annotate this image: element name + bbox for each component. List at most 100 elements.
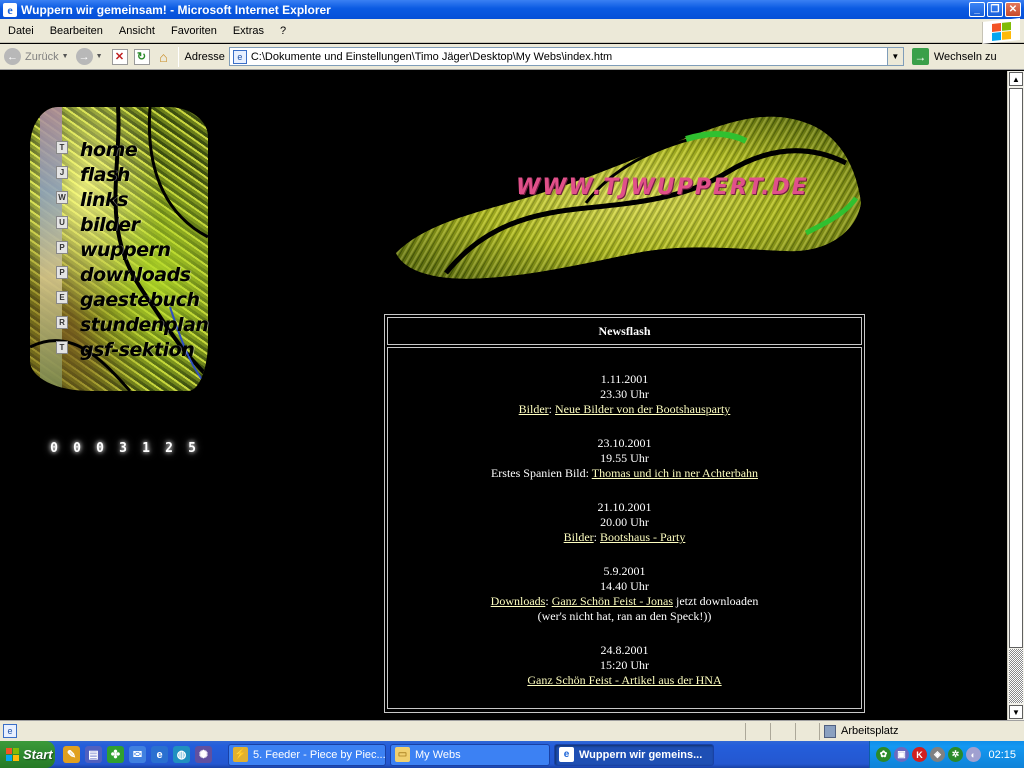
news-link[interactable]: Bootshaus - Party xyxy=(600,530,685,544)
visitor-counter: 0 0 0 3 1 2 5 xyxy=(48,441,198,457)
windows-flag-icon xyxy=(6,748,19,761)
scroll-thumb[interactable] xyxy=(1009,88,1023,648)
side-letter: P xyxy=(56,241,68,254)
outlook-icon[interactable]: ✉ xyxy=(129,746,146,763)
folder-icon: ▭ xyxy=(395,747,410,762)
close-button[interactable]: ✕ xyxy=(1005,2,1021,17)
antivirus-icon[interactable]: K xyxy=(912,747,927,762)
news-entry: 21.10.2001 20.00 Uhr Bilder: Bootshaus -… xyxy=(388,500,861,545)
address-dropdown-icon[interactable]: ▼ xyxy=(886,48,903,65)
newsflash-body: 1.11.2001 23.30 Uhr Bilder: Neue Bilder … xyxy=(387,347,862,709)
stop-icon[interactable]: ✕ xyxy=(111,48,128,65)
scroll-up-icon[interactable]: ▲ xyxy=(1009,72,1023,86)
clover-icon[interactable]: ✤ xyxy=(107,746,124,763)
menu-favoriten[interactable]: Favoriten xyxy=(163,25,225,37)
menu-extras[interactable]: Extras xyxy=(225,25,272,37)
nav-link-flash[interactable]: flash xyxy=(80,163,208,188)
taskbar: Start ✎ ▤ ✤ ✉ e ◍ ✺ ⚡ 5. Feeder - Piece … xyxy=(0,741,1024,768)
refresh-icon[interactable]: ↻ xyxy=(133,48,150,65)
internet-explorer-icon[interactable]: e xyxy=(151,746,168,763)
notepad-icon[interactable]: ▤ xyxy=(85,746,102,763)
nav-link-links[interactable]: links xyxy=(80,188,208,213)
newsflash-title: Newsflash xyxy=(387,317,862,345)
network-icon[interactable]: ✿ xyxy=(876,747,891,762)
go-arrow-icon: → xyxy=(911,48,929,65)
media-player-icon[interactable]: ✺ xyxy=(195,746,212,763)
system-tray: ✿ ▣ K ◈ ✲ ◐ 02:15 xyxy=(869,741,1024,768)
news-entry: 24.8.2001 15:20 Uhr Ganz Schön Feist - A… xyxy=(388,643,861,688)
status-bar: e Arbeitsplatz xyxy=(0,720,1024,741)
news-link[interactable]: Ganz Schön Feist - Jonas xyxy=(552,594,673,608)
start-label: Start xyxy=(23,747,53,762)
news-time: 14.40 Uhr xyxy=(600,579,649,593)
gear-icon[interactable]: ✲ xyxy=(948,747,963,762)
forward-dropdown-icon[interactable]: ▼ xyxy=(96,53,103,60)
news-entry: 1.11.2001 23.30 Uhr Bilder: Neue Bilder … xyxy=(388,372,861,417)
scroll-track[interactable] xyxy=(1009,649,1023,703)
side-letter: R xyxy=(56,316,68,329)
task-internet-explorer[interactable]: e Wuppern wir gemeins... xyxy=(554,743,714,766)
minimize-button[interactable]: _ xyxy=(969,2,985,17)
news-category-link[interactable]: Bilder xyxy=(519,402,549,416)
news-link[interactable]: Neue Bilder von der Bootshausparty xyxy=(555,402,730,416)
counter-digit: 0 xyxy=(73,441,81,456)
forward-arrow-icon: → xyxy=(75,48,93,65)
counter-digit: 0 xyxy=(50,441,58,456)
address-input[interactable]: e C:\Dokumente und Einstellungen\Timo Jä… xyxy=(228,47,904,66)
nav-link-stundenplan[interactable]: stundenplan xyxy=(80,313,209,338)
menu-datei[interactable]: Datei xyxy=(0,25,42,37)
nav-link-wuppern[interactable]: wuppern xyxy=(80,238,208,263)
counter-digit: 5 xyxy=(188,441,196,456)
go-button[interactable]: → Wechseln zu xyxy=(911,48,997,65)
news-date: 24.8.2001 xyxy=(600,643,649,657)
nav-link-downloads[interactable]: downloads xyxy=(80,263,208,288)
home-icon[interactable]: ⌂ xyxy=(156,49,172,65)
nav-link-gsf-sektion[interactable]: gsf-sektion xyxy=(80,338,208,363)
forward-button[interactable]: → ▼ xyxy=(75,48,106,65)
counter-digit: 3 xyxy=(119,441,127,456)
page-status-icon: e xyxy=(3,724,17,738)
side-letter: P xyxy=(56,266,68,279)
restore-button[interactable]: ❐ xyxy=(987,2,1003,17)
news-category-link[interactable]: Bilder xyxy=(564,530,594,544)
news-link[interactable]: Thomas und ich in ner Achterbahn xyxy=(592,466,758,480)
task-feeder[interactable]: ⚡ 5. Feeder - Piece by Piec... xyxy=(228,743,386,766)
side-letter: E xyxy=(56,291,68,304)
news-category-link[interactable]: Downloads xyxy=(491,594,546,608)
news-date: 1.11.2001 xyxy=(600,372,649,386)
title-bar: e Wuppern wir gemeinsam! - Microsoft Int… xyxy=(0,0,1024,19)
globe-icon[interactable]: ◍ xyxy=(173,746,190,763)
back-button[interactable]: ← Zurück ▼ xyxy=(4,48,72,65)
scroll-down-icon[interactable]: ▼ xyxy=(1009,705,1023,719)
nav-link-gaestebuch[interactable]: gaestebuch xyxy=(80,288,208,313)
side-letter: T xyxy=(56,341,68,354)
banner-url-text: WWW.TJWUPPERT.DE xyxy=(516,175,809,200)
menu-bearbeiten[interactable]: Bearbeiten xyxy=(42,25,111,37)
address-value[interactable]: C:\Dokumente und Einstellungen\Timo Jäge… xyxy=(251,51,887,63)
monitor-icon[interactable]: ▣ xyxy=(894,747,909,762)
ie-icon: e xyxy=(559,747,574,762)
task-my-webs[interactable]: ▭ My Webs xyxy=(390,743,550,766)
menu-ansicht[interactable]: Ansicht xyxy=(111,25,163,37)
pencil-icon[interactable]: ✎ xyxy=(63,746,80,763)
address-label: Adresse xyxy=(184,50,225,63)
menu-help[interactable]: ? xyxy=(272,25,294,37)
back-dropdown-icon[interactable]: ▼ xyxy=(62,53,69,60)
news-date: 5.9.2001 xyxy=(603,564,646,578)
toolbar-separator xyxy=(177,46,179,67)
volume-icon[interactable]: ◐ xyxy=(966,747,981,762)
nav-link-bilder[interactable]: bilder xyxy=(80,213,208,238)
nav-link-home[interactable]: home xyxy=(80,138,208,163)
side-letter: J xyxy=(56,166,68,179)
shield-icon[interactable]: ◈ xyxy=(930,747,945,762)
go-label: Wechseln zu xyxy=(933,50,997,63)
security-zone: Arbeitsplatz xyxy=(819,722,1024,740)
vertical-scrollbar[interactable]: ▲ ▼ xyxy=(1007,71,1024,720)
start-button[interactable]: Start xyxy=(0,741,55,768)
counter-digit: 0 xyxy=(96,441,104,456)
side-letter: T xyxy=(56,141,68,154)
news-link[interactable]: Ganz Schön Feist - Artikel aus der HNA xyxy=(527,673,721,687)
window-title: Wuppern wir gemeinsam! - Microsoft Inter… xyxy=(21,2,331,17)
status-text xyxy=(17,723,744,740)
ie-icon: e xyxy=(3,2,17,17)
